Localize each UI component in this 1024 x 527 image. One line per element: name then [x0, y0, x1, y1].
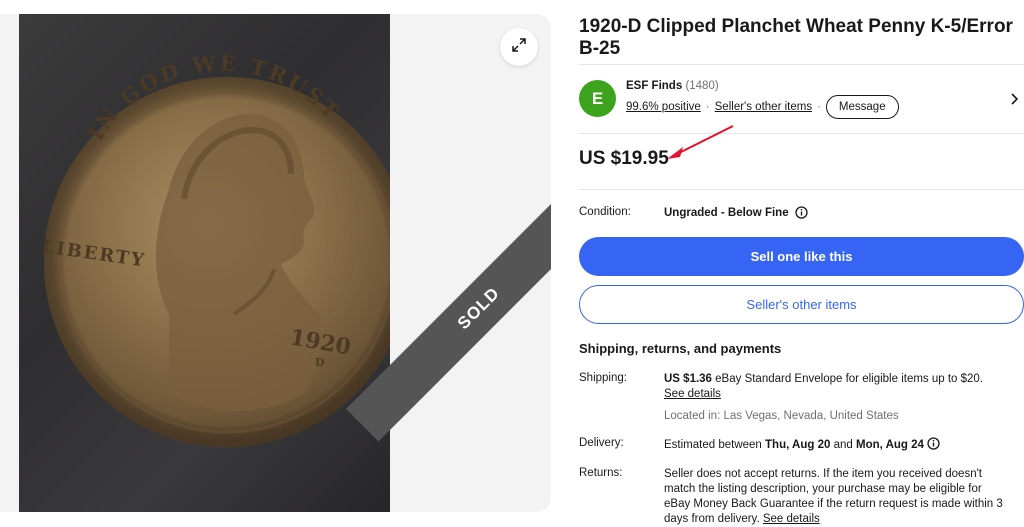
shipping-section-title: Shipping, returns, and payments — [579, 341, 782, 356]
seller-name[interactable]: ESF Finds — [626, 80, 682, 92]
delivery-end: Mon, Aug 24 — [856, 439, 924, 451]
item-photo[interactable]: IN GOD WE TRUST LIBERTY 1920 D — [19, 14, 390, 512]
delivery-prefix: Estimated between — [664, 439, 762, 451]
shipping-label: Shipping: — [579, 372, 627, 384]
delivery-label: Delivery: — [579, 437, 624, 449]
sellers-other-items-button[interactable]: Seller's other items — [579, 285, 1024, 324]
condition-label: Condition: — [579, 206, 631, 218]
sell-one-like-this-button[interactable]: Sell one like this — [579, 237, 1024, 276]
returns-text: Seller does not accept returns. If the i… — [664, 468, 1003, 525]
chevron-right-icon[interactable] — [1009, 92, 1021, 111]
seller-info: ESF Finds (1480) — [626, 80, 719, 92]
separator: · — [705, 101, 710, 113]
shipping-description: eBay Standard Envelope for eligible item… — [715, 373, 984, 385]
condition-value: Ungraded - Below Fine — [664, 206, 808, 219]
image-gallery: IN GOD WE TRUST LIBERTY 1920 D SOLD — [0, 14, 551, 512]
divider — [579, 64, 1024, 65]
returns-label: Returns: — [579, 467, 623, 479]
separator: · — [817, 101, 821, 113]
delivery-value: Estimated between Thu, Aug 20 and Mon, A… — [664, 437, 1009, 453]
message-button[interactable]: Message — [825, 95, 899, 119]
item-title: 1920-D Clipped Planchet Wheat Penny K-5/… — [579, 16, 1013, 59]
shipping-price: US $1.36 — [664, 373, 712, 385]
condition-text: Ungraded - Below Fine — [664, 206, 789, 219]
item-location: Located in: Las Vegas, Nevada, United St… — [664, 410, 899, 422]
returns-value: Seller does not accept returns. If the i… — [664, 467, 1009, 527]
delivery-and: and — [833, 439, 853, 451]
divider — [579, 133, 1024, 134]
expand-button[interactable] — [500, 28, 538, 66]
coin-image: IN GOD WE TRUST LIBERTY 1920 D — [40, 50, 390, 447]
delivery-start: Thu, Aug 20 — [765, 439, 831, 451]
info-icon[interactable] — [794, 206, 808, 219]
seller-feedback-count: (1480) — [685, 80, 719, 92]
seller-other-items-link[interactable]: Seller's other items — [715, 101, 812, 113]
shipping-see-details-link[interactable]: See details — [664, 388, 721, 400]
sold-label: SOLD — [453, 283, 504, 334]
seller-avatar[interactable]: E — [579, 80, 616, 117]
seller-links: 99.6% positive · Seller's other items · … — [626, 95, 899, 119]
returns-see-details-link[interactable]: See details — [763, 513, 820, 525]
seller-feedback-link[interactable]: 99.6% positive — [626, 101, 701, 113]
svg-text:D: D — [315, 356, 325, 369]
divider — [579, 189, 1024, 190]
item-details: 1920-D Clipped Planchet Wheat Penny K-5/… — [579, 0, 1024, 527]
shipping-value: US $1.36 eBay Standard Envelope for elig… — [664, 372, 1009, 402]
expand-icon — [510, 36, 528, 59]
info-icon[interactable] — [927, 437, 940, 450]
red-arrow-annotation — [661, 122, 741, 167]
item-price: US $19.95 — [579, 148, 669, 169]
